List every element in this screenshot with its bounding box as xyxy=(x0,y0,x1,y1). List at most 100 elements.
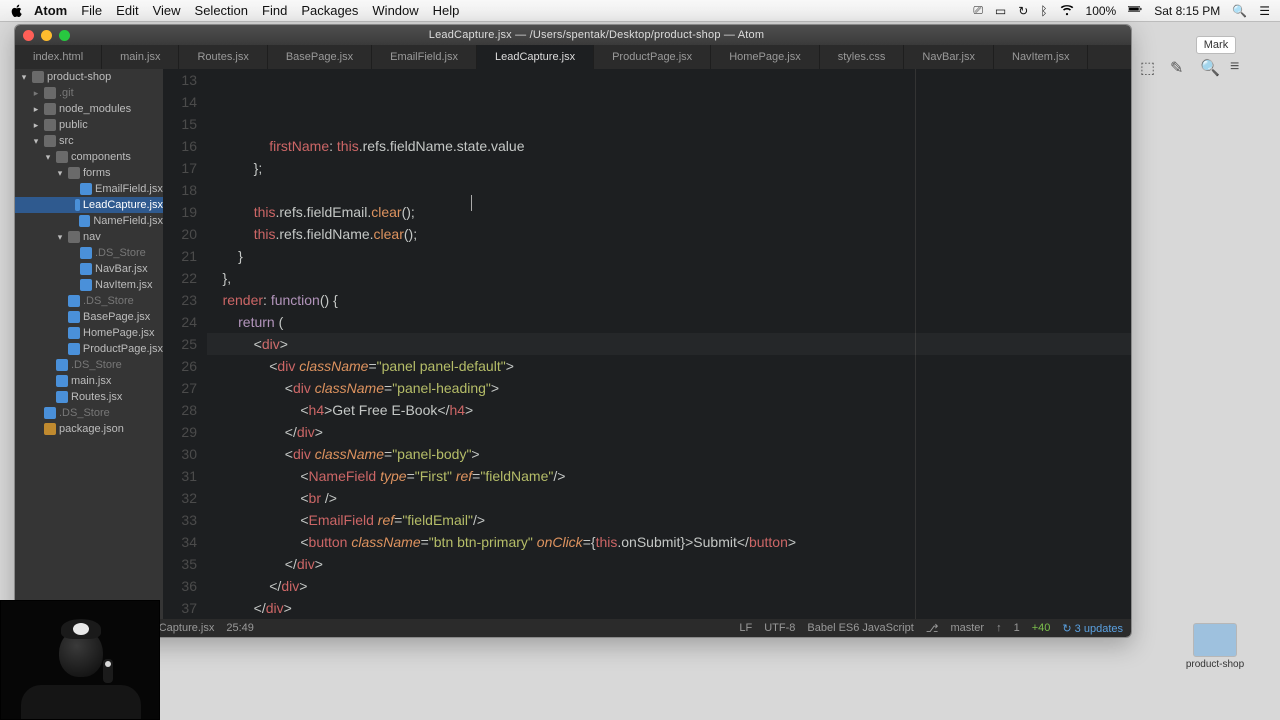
tree-components[interactable]: ▾components xyxy=(15,149,163,165)
line-number[interactable]: 37 xyxy=(163,597,197,619)
zoom-icon[interactable] xyxy=(59,30,70,41)
close-icon[interactable] xyxy=(23,30,34,41)
line-number[interactable]: 19 xyxy=(163,201,197,223)
status-grammar[interactable]: Babel ES6 JavaScript xyxy=(807,622,913,634)
tree--ds_store[interactable]: .DS_Store xyxy=(15,357,163,373)
tree-forms[interactable]: ▾forms xyxy=(15,165,163,181)
code-line[interactable]: <div className="panel-heading"> xyxy=(207,377,1131,399)
tree-leadcapture-jsx[interactable]: LeadCapture.jsx xyxy=(15,197,163,213)
menu-selection[interactable]: Selection xyxy=(195,3,248,18)
code-line[interactable]: <button className="btn btn-primary" onCl… xyxy=(207,531,1131,553)
code-line[interactable]: </div> xyxy=(207,421,1131,443)
line-number[interactable]: 33 xyxy=(163,509,197,531)
tab-navitem-jsx[interactable]: NavItem.jsx xyxy=(994,45,1088,69)
line-number[interactable]: 27 xyxy=(163,377,197,399)
tab-index-html[interactable]: index.html xyxy=(15,45,102,69)
code-line[interactable]: <div className="panel panel-default"> xyxy=(207,355,1131,377)
project-tree[interactable]: ▾product-shop▸.git▸node_modules▸public▾s… xyxy=(15,69,163,619)
code-line[interactable]: <br /> xyxy=(207,487,1131,509)
tree-public[interactable]: ▸public xyxy=(15,117,163,133)
line-number[interactable]: 32 xyxy=(163,487,197,509)
code-editor[interactable]: 1314151617181920212223242526272829303132… xyxy=(163,69,1131,619)
sync-icon[interactable]: ↻ xyxy=(1018,4,1028,18)
code-line[interactable]: }, xyxy=(207,267,1131,289)
line-number[interactable]: 13 xyxy=(163,69,197,91)
tree-product-shop[interactable]: ▾product-shop xyxy=(15,69,163,85)
line-number[interactable]: 15 xyxy=(163,113,197,135)
code-line[interactable] xyxy=(207,179,1131,201)
code-line[interactable]: <EmailField ref="fieldEmail"/> xyxy=(207,509,1131,531)
tab-homepage-jsx[interactable]: HomePage.jsx xyxy=(711,45,820,69)
line-number[interactable]: 28 xyxy=(163,399,197,421)
line-number[interactable]: 35 xyxy=(163,553,197,575)
code-line[interactable]: return ( xyxy=(207,311,1131,333)
status-encoding[interactable]: UTF-8 xyxy=(764,622,795,634)
tree--ds_store[interactable]: .DS_Store xyxy=(15,245,163,261)
wifi-icon[interactable] xyxy=(1060,2,1074,19)
tab-emailfield-jsx[interactable]: EmailField.jsx xyxy=(372,45,477,69)
line-number[interactable]: 36 xyxy=(163,575,197,597)
menu-view[interactable]: View xyxy=(153,3,181,18)
tab-leadcapture-jsx[interactable]: LeadCapture.jsx xyxy=(477,45,594,69)
tree-nav[interactable]: ▾nav xyxy=(15,229,163,245)
tree-node_modules[interactable]: ▸node_modules xyxy=(15,101,163,117)
tree--git[interactable]: ▸.git xyxy=(15,85,163,101)
line-number[interactable]: 30 xyxy=(163,443,197,465)
minimize-icon[interactable] xyxy=(41,30,52,41)
tree-navbar-jsx[interactable]: NavBar.jsx xyxy=(15,261,163,277)
tree-emailfield-jsx[interactable]: EmailField.jsx xyxy=(15,181,163,197)
tree-routes-jsx[interactable]: Routes.jsx xyxy=(15,389,163,405)
status-diff[interactable]: +40 xyxy=(1032,622,1051,634)
editor-tabs[interactable]: index.htmlmain.jsxRoutes.jsxBasePage.jsx… xyxy=(15,45,1131,69)
status-updates[interactable]: ↻ 3 updates xyxy=(1062,622,1123,635)
tab-productpage-jsx[interactable]: ProductPage.jsx xyxy=(594,45,711,69)
code-line[interactable]: this.refs.fieldEmail.clear(); xyxy=(207,201,1131,223)
line-gutter[interactable]: 1314151617181920212223242526272829303132… xyxy=(163,69,207,619)
menu-edit[interactable]: Edit xyxy=(116,3,138,18)
code-line[interactable]: firstName: this.refs.fieldName.state.val… xyxy=(207,135,1131,157)
line-number[interactable]: 24 xyxy=(163,311,197,333)
code-area[interactable]: firstName: this.refs.fieldName.state.val… xyxy=(207,69,1131,619)
code-line[interactable]: </div> xyxy=(207,553,1131,575)
screencast-icon[interactable]: ⎚ xyxy=(973,3,983,18)
tree-namefield-jsx[interactable]: NameField.jsx xyxy=(15,213,163,229)
tree-src[interactable]: ▾src xyxy=(15,133,163,149)
desktop-folder[interactable]: product-shop xyxy=(1184,623,1246,670)
line-number[interactable]: 26 xyxy=(163,355,197,377)
tab-main-jsx[interactable]: main.jsx xyxy=(102,45,179,69)
line-number[interactable]: 21 xyxy=(163,245,197,267)
tree-productpage-jsx[interactable]: ProductPage.jsx xyxy=(15,341,163,357)
code-line[interactable]: this.refs.fieldName.clear(); xyxy=(207,223,1131,245)
tree-homepage-jsx[interactable]: HomePage.jsx xyxy=(15,325,163,341)
menu-packages[interactable]: Packages xyxy=(301,3,358,18)
status-branch[interactable]: master xyxy=(950,622,984,634)
tree-navitem-jsx[interactable]: NavItem.jsx xyxy=(15,277,163,293)
tree--ds_store[interactable]: .DS_Store xyxy=(15,293,163,309)
line-number[interactable]: 29 xyxy=(163,421,197,443)
tree-main-jsx[interactable]: main.jsx xyxy=(15,373,163,389)
spotlight-icon[interactable]: 🔍 xyxy=(1232,4,1247,18)
code-line[interactable]: <div> xyxy=(207,333,1131,355)
bluetooth-icon[interactable]: ᛒ xyxy=(1040,4,1047,18)
line-number[interactable]: 22 xyxy=(163,267,197,289)
menu-file[interactable]: File xyxy=(81,3,102,18)
code-line[interactable]: render: function() { xyxy=(207,289,1131,311)
mark-button[interactable]: Mark xyxy=(1196,36,1236,54)
code-line[interactable]: <NameField type="First" ref="fieldName"/… xyxy=(207,465,1131,487)
code-line[interactable]: <div className="panel-body"> xyxy=(207,443,1131,465)
code-line[interactable]: </div> xyxy=(207,597,1131,619)
notification-center-icon[interactable]: ☰ xyxy=(1259,4,1270,18)
tree-basepage-jsx[interactable]: BasePage.jsx xyxy=(15,309,163,325)
line-number[interactable]: 31 xyxy=(163,465,197,487)
window-titlebar[interactable]: LeadCapture.jsx — /Users/spentak/Desktop… xyxy=(15,25,1131,45)
code-line[interactable]: </div> xyxy=(207,575,1131,597)
tab-navbar-jsx[interactable]: NavBar.jsx xyxy=(904,45,994,69)
line-number[interactable]: 18 xyxy=(163,179,197,201)
line-number[interactable]: 34 xyxy=(163,531,197,553)
airplay-icon[interactable]: ▭ xyxy=(995,4,1006,18)
tab-styles-css[interactable]: styles.css xyxy=(820,45,905,69)
code-line[interactable]: } xyxy=(207,245,1131,267)
status-eol[interactable]: LF xyxy=(739,622,752,634)
code-line[interactable]: }; xyxy=(207,157,1131,179)
status-cursor[interactable]: 25:49 xyxy=(226,622,254,634)
